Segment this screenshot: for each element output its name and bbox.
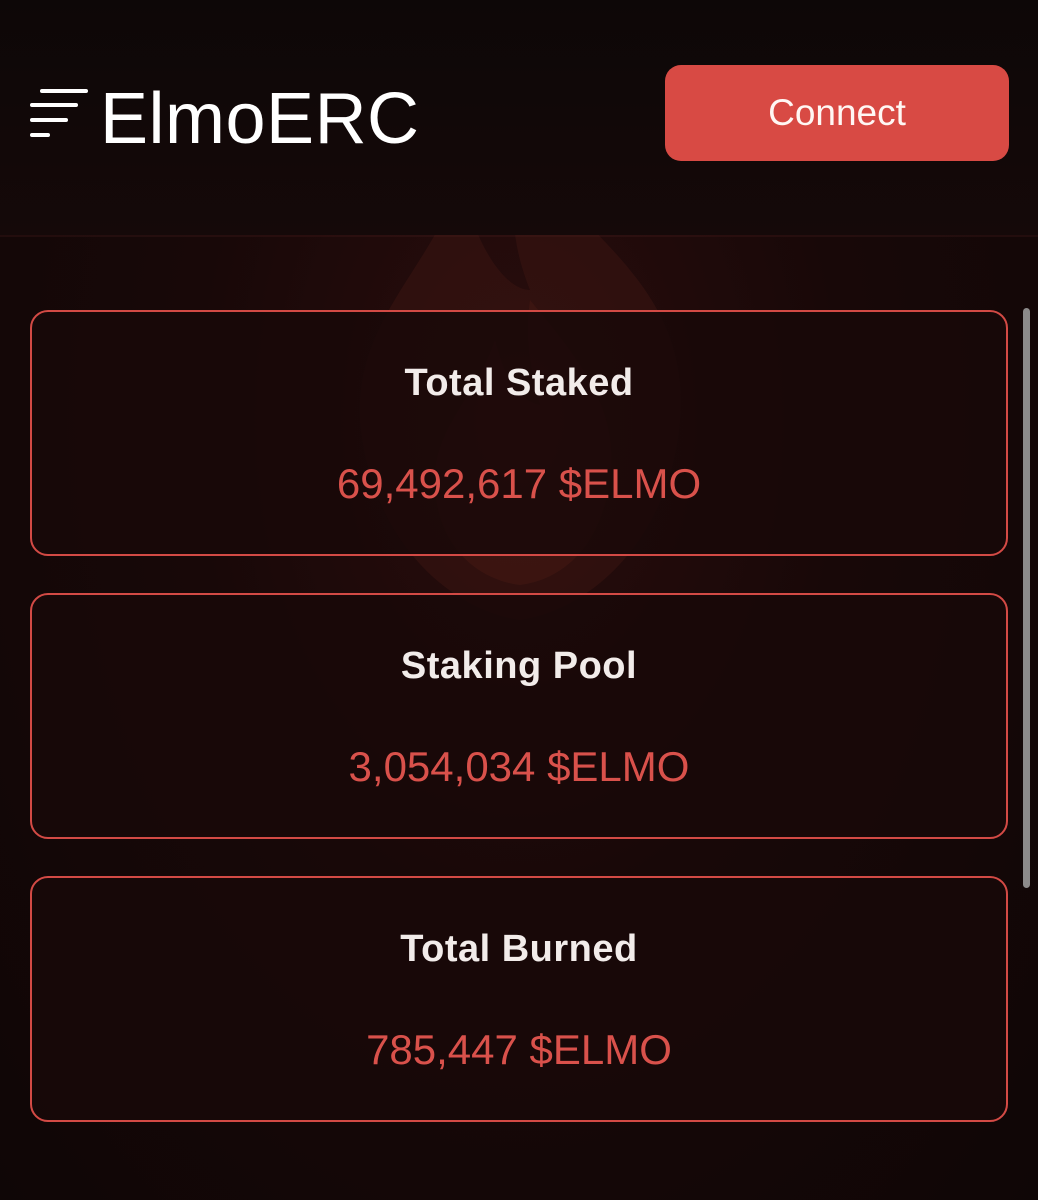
- stat-label: Total Burned: [400, 928, 638, 970]
- stat-value: 785,447 $ELMO: [366, 1026, 672, 1073]
- top-header: ElmoERC Connect: [0, 0, 1038, 235]
- stat-label: Staking Pool: [400, 645, 638, 687]
- connect-button[interactable]: Connect: [665, 65, 1009, 161]
- vertical-scrollbar[interactable]: [1023, 308, 1030, 888]
- stat-card-staking-pool: Staking Pool 3,054,034 $ELMO: [30, 593, 1008, 839]
- brand-title: ElmoERC: [100, 79, 420, 159]
- stat-value: 69,492,617 $ELMO: [336, 460, 702, 507]
- app-page: ElmoERC Connect Total Staked 69,492,617 …: [0, 0, 1038, 1200]
- stat-label: Total Staked: [404, 362, 634, 404]
- stats-list: Total Staked 69,492,617 $ELMO Staking Po…: [30, 310, 1008, 1159]
- hamburger-menu-icon[interactable]: [26, 85, 90, 141]
- stat-card-total-burned: Total Burned 785,447 $ELMO: [30, 876, 1008, 1122]
- stat-value: 3,054,034 $ELMO: [348, 743, 690, 790]
- stat-card-total-staked: Total Staked 69,492,617 $ELMO: [30, 310, 1008, 556]
